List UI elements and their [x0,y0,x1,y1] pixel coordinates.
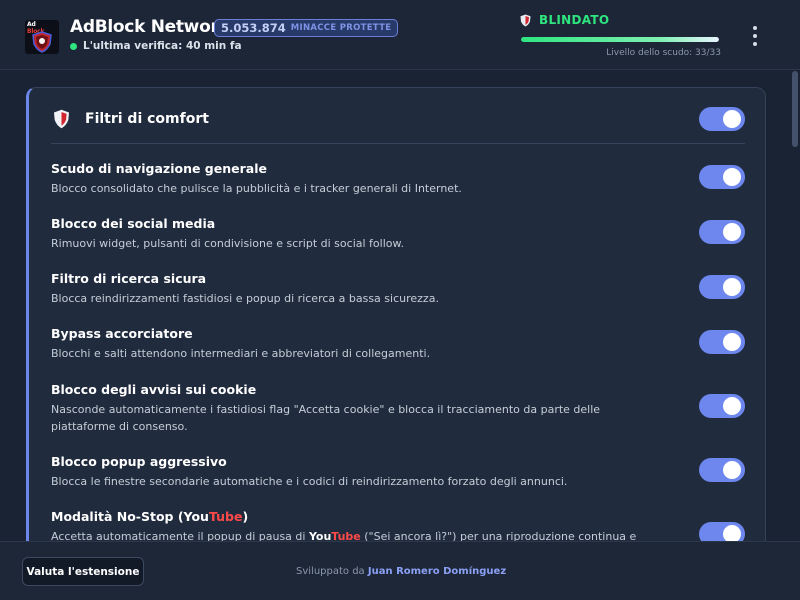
divider [51,143,745,144]
threats-blocked-badge: 5.053.874 MINACCE PROTETTE [214,19,399,37]
footer: Valuta l'estensione Sviluppato da Juan R… [0,541,800,600]
youtube-brand-you: You [308,530,332,541]
last-check: L'ultima verifica: 40 min fa [70,40,242,52]
title-suffix: ) [242,509,249,524]
filter-title: Bypass accorciatore [51,326,193,341]
app-title: AdBlock Network [70,17,230,37]
filter-cookie-notices: Blocco degli avvisi sui cookie Nasconde … [51,381,651,435]
toggle-aggressive-popup[interactable] [699,458,745,482]
shield-level-text: Livello dello scudo: 33/33 [606,48,721,58]
toggle-general-navigation[interactable] [699,165,745,189]
status-dot-icon [70,42,77,50]
app-logo: Ad Block [25,20,59,54]
filter-title: Modalità No-Stop (YouTube) [51,508,651,525]
scrollbar-thumb[interactable] [792,71,798,147]
credits-prefix: Sviluppato da [296,566,365,577]
credits: Sviluppato da Juan Romero Domínguez [296,566,506,577]
threats-count: 5.053.874 [221,21,286,35]
toggle-no-stop-mode[interactable] [699,522,745,541]
desc-prefix: Accetta automaticamente il popup di paus… [51,530,309,541]
filter-title: Blocco degli avvisi sui cookie [51,382,257,397]
shield-icon [53,109,70,133]
master-toggle[interactable] [699,107,745,131]
toggle-safe-search[interactable] [699,275,745,299]
toggle-cookie-notices[interactable] [699,394,745,418]
scrollbar[interactable] [791,71,799,541]
shield-status: BLINDATO [520,13,609,27]
filter-social-media: Blocco dei social media Rimuovi widget, … [51,215,651,252]
shield-level-bar-fill [521,37,719,42]
credits-author-link[interactable]: Juan Romero Domínguez [368,566,506,577]
rate-extension-button[interactable]: Valuta l'estensione [22,557,144,586]
filter-title: Blocco popup aggressivo [51,454,227,469]
card-header: Filtri di comfort [51,109,745,143]
last-check-text: L'ultima verifica: 40 min fa [83,40,242,52]
desc-suffix: ("Sei ancora lì?") per una riproduzione … [360,530,637,541]
filter-title: Blocco dei social media [51,216,216,231]
filter-description: Accetta automaticamente il popup di paus… [51,528,651,541]
toggle-social-media[interactable] [699,220,745,244]
toggle-shortener-bypass[interactable] [699,330,745,354]
shield-status-text: BLINDATO [539,13,610,27]
shield-status-icon [520,14,531,26]
header: Ad Block AdBlock Network 5.053.874 MINAC… [0,0,800,70]
filter-description: Blocco consolidato che pulisce la pubbli… [51,182,462,195]
comfort-filters-card: Filtri di comfort Scudo di navigazione g… [26,87,766,541]
youtube-brand-tube: Tube [331,530,361,541]
shield-level-bar [521,37,719,42]
filter-description: Nasconde automaticamente i fastidiosi fl… [51,403,601,433]
kebab-menu-icon[interactable] [744,24,766,48]
filter-no-stop-mode: Modalità No-Stop (YouTube) Accetta autom… [51,508,651,541]
filter-description: Blocca reindirizzamenti fastidiosi e pop… [51,292,439,305]
filter-shortener-bypass: Bypass accorciatore Blocchi e salti atte… [51,325,651,362]
logo-shield-icon [32,31,52,53]
filter-description: Blocchi e salti attendono intermediari e… [51,347,431,360]
filter-description: Rimuovi widget, pulsanti di condivisione… [51,237,404,250]
filter-general-navigation: Scudo di navigazione generale Blocco con… [51,160,651,197]
youtube-brand-tube: Tube [208,509,243,524]
filter-title: Scudo di navigazione generale [51,161,267,176]
title-prefix: Modalità No-Stop (You [51,509,209,524]
threats-label: MINACCE PROTETTE [290,23,392,33]
content-scroll-area[interactable]: Filtri di comfort Scudo di navigazione g… [0,71,800,541]
filter-safe-search: Filtro di ricerca sicura Blocca reindiri… [51,270,651,307]
filter-description: Blocca le finestre secondarie automatich… [51,475,568,488]
filter-title: Filtro di ricerca sicura [51,271,207,286]
filter-aggressive-popup: Blocco popup aggressivo Blocca le finest… [51,453,651,490]
card-title: Filtri di comfort [85,111,209,127]
